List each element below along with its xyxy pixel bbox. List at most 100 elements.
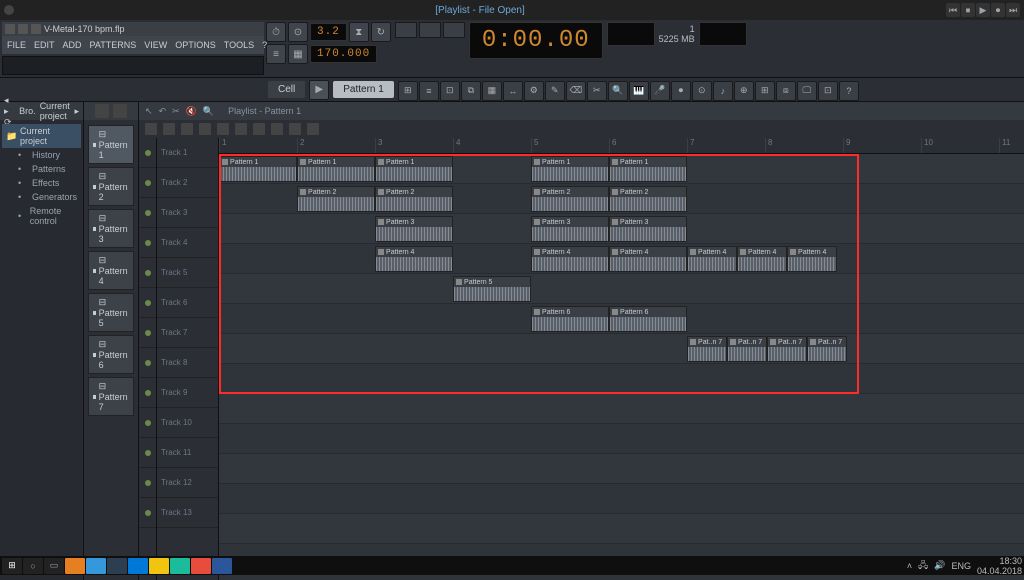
ruler-bar[interactable]: 7 xyxy=(687,138,765,153)
pattern-5[interactable]: ⊟ Pattern 5 xyxy=(88,293,134,332)
ruler-bar[interactable]: 10 xyxy=(921,138,999,153)
browser-item-remote-control[interactable]: •Remote control xyxy=(2,204,81,228)
transport-rec-icon[interactable]: ⏺ xyxy=(991,3,1005,17)
pl-tool-2[interactable] xyxy=(181,123,193,135)
clip-pattern-4[interactable]: Pattern 4 xyxy=(737,246,787,272)
file-close-icon[interactable] xyxy=(31,24,41,34)
toolbar-btn-17[interactable]: ⊞ xyxy=(755,81,775,101)
track-lane-5[interactable] xyxy=(219,274,1024,304)
pattern-4[interactable]: ⊟ Pattern 4 xyxy=(88,251,134,290)
browser-item-generators[interactable]: •Generators xyxy=(2,190,81,204)
clip-pattern-1[interactable]: Pattern 1 xyxy=(297,156,375,182)
track-header-11[interactable]: Track 11 xyxy=(157,438,218,468)
mode-a-icon[interactable] xyxy=(395,22,417,38)
app-explorer-icon[interactable] xyxy=(149,558,169,574)
track-header-4[interactable]: Track 4 xyxy=(157,228,218,258)
app-icon[interactable] xyxy=(107,558,127,574)
track-lane-11[interactable] xyxy=(219,454,1024,484)
transport-play-icon[interactable]: ▶ xyxy=(976,3,990,17)
track-mute-12[interactable] xyxy=(139,468,156,498)
tray-up-icon[interactable]: ˄ xyxy=(907,561,912,571)
transport-next-icon[interactable]: ⏭ xyxy=(1006,3,1020,17)
toolbar-btn-1[interactable]: ≡ xyxy=(419,81,439,101)
clip-pat-n-7[interactable]: Pat..n 7 xyxy=(687,336,727,362)
clip-pattern-1[interactable]: Pattern 1 xyxy=(219,156,297,182)
ruler-bar[interactable]: 6 xyxy=(609,138,687,153)
clip-pattern-2[interactable]: Pattern 2 xyxy=(375,186,453,212)
track-lane-7[interactable] xyxy=(219,334,1024,364)
pl-tool-7[interactable] xyxy=(271,123,283,135)
clip-pattern-2[interactable]: Pattern 2 xyxy=(297,186,375,212)
clip-pattern-1[interactable]: Pattern 1 xyxy=(531,156,609,182)
clip-pat-n-7[interactable]: Pat..n 7 xyxy=(767,336,807,362)
clip-pattern-1[interactable]: Pattern 1 xyxy=(375,156,453,182)
menu-patterns[interactable]: PATTERNS xyxy=(87,40,140,50)
toolbar-btn-14[interactable]: ⊙ xyxy=(692,81,712,101)
track-header-13[interactable]: Track 13 xyxy=(157,498,218,528)
ruler-bar[interactable]: 5 xyxy=(531,138,609,153)
transport-prev-icon[interactable]: ⏮ xyxy=(946,3,960,17)
play-button[interactable]: ▶ xyxy=(309,80,329,100)
pattern-7[interactable]: ⊟ Pattern 7 xyxy=(88,377,134,416)
track-lane-9[interactable] xyxy=(219,394,1024,424)
clip-pattern-3[interactable]: Pattern 3 xyxy=(609,216,687,242)
clip-pattern-1[interactable]: Pattern 1 xyxy=(609,156,687,182)
track-mute-6[interactable] xyxy=(139,288,156,318)
tool-zoom-icon[interactable]: 🔍 xyxy=(203,106,214,117)
clip-pattern-4[interactable]: Pattern 4 xyxy=(787,246,837,272)
track-header-6[interactable]: Track 6 xyxy=(157,288,218,318)
toolbar-btn-20[interactable]: ⊡ xyxy=(818,81,838,101)
loop-icon[interactable]: ↻ xyxy=(371,22,391,42)
clip-pat-n-7[interactable]: Pat..n 7 xyxy=(807,336,847,362)
toolbar-btn-4[interactable]: ▦ xyxy=(482,81,502,101)
taskview-icon[interactable]: ▭ xyxy=(44,558,64,574)
toolbar-btn-18[interactable]: ⧈ xyxy=(776,81,796,101)
pattern-2[interactable]: ⊟ Pattern 2 xyxy=(88,167,134,206)
toolbar-btn-8[interactable]: ⌫ xyxy=(566,81,586,101)
tray-lang[interactable]: ENG xyxy=(951,561,971,571)
tray-network-icon[interactable]: 🖧 xyxy=(918,558,928,574)
track-mute-4[interactable] xyxy=(139,228,156,258)
app-opera-icon[interactable] xyxy=(191,558,211,574)
track-header-5[interactable]: Track 5 xyxy=(157,258,218,288)
pattern-selector[interactable]: Pattern 1 xyxy=(333,81,394,98)
track-lane-10[interactable] xyxy=(219,424,1024,454)
toolbar-btn-7[interactable]: ✎ xyxy=(545,81,565,101)
file-save-icon[interactable] xyxy=(18,24,28,34)
clip-pattern-5[interactable]: Pattern 5 xyxy=(453,276,531,302)
menu-file[interactable]: FILE xyxy=(4,40,29,50)
toolbar-btn-21[interactable]: ? xyxy=(839,81,859,101)
clip-pattern-6[interactable]: Pattern 6 xyxy=(609,306,687,332)
toolbar-btn-0[interactable]: ⊞ xyxy=(398,81,418,101)
track-header-2[interactable]: Track 2 xyxy=(157,168,218,198)
tool-undo-icon[interactable]: ↶ xyxy=(159,106,167,117)
toolbar-btn-12[interactable]: 🎤 xyxy=(650,81,670,101)
track-mute-3[interactable] xyxy=(139,198,156,228)
browser-item-history[interactable]: •History xyxy=(2,148,81,162)
ruler-bar[interactable]: 1 xyxy=(219,138,297,153)
menu-add[interactable]: ADD xyxy=(60,40,85,50)
clip-pattern-2[interactable]: Pattern 2 xyxy=(531,186,609,212)
clip-pattern-3[interactable]: Pattern 3 xyxy=(531,216,609,242)
toolbar-btn-15[interactable]: ♪ xyxy=(713,81,733,101)
ruler-bar[interactable]: 11 xyxy=(999,138,1024,153)
ruler-bar[interactable]: 4 xyxy=(453,138,531,153)
track-mute-9[interactable] xyxy=(139,378,156,408)
track-lane-8[interactable] xyxy=(219,364,1024,394)
tool-arrow-icon[interactable]: ↖ xyxy=(145,106,153,117)
toolbar-btn-2[interactable]: ⊡ xyxy=(440,81,460,101)
start-button[interactable]: ⊞ xyxy=(2,558,22,574)
browser-root[interactable]: 📁 Current project xyxy=(2,124,81,148)
menu-view[interactable]: VIEW xyxy=(141,40,170,50)
toolbar-btn-3[interactable]: ⧉ xyxy=(461,81,481,101)
pl-tool-5[interactable] xyxy=(235,123,247,135)
song-mode-icon[interactable]: ≡ xyxy=(266,44,286,64)
clip-pattern-4[interactable]: Pattern 4 xyxy=(375,246,453,272)
track-mute-7[interactable] xyxy=(139,318,156,348)
browser-item-patterns[interactable]: •Patterns xyxy=(2,162,81,176)
pattern-1[interactable]: ⊟ Pattern 1 xyxy=(88,125,134,164)
snap-selector[interactable]: Cell xyxy=(268,81,305,98)
track-header-12[interactable]: Track 12 xyxy=(157,468,218,498)
toolbar-btn-9[interactable]: ✂ xyxy=(587,81,607,101)
track-mute-8[interactable] xyxy=(139,348,156,378)
